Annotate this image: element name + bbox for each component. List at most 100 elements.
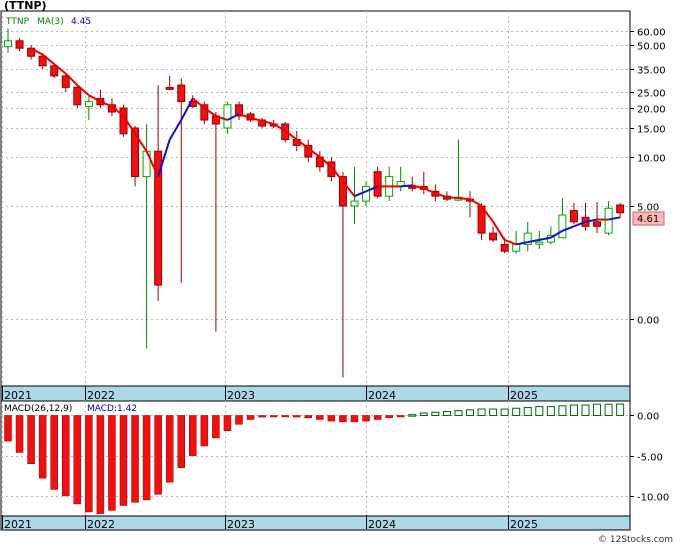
macd-bar: [108, 415, 116, 511]
macd-bar: [73, 415, 82, 505]
macd-panel: [0, 400, 631, 517]
macd-bar: [50, 415, 58, 490]
candle-body: [165, 86, 174, 90]
legend-symbol: TTNP: [5, 17, 30, 27]
year-label: 2025: [510, 518, 538, 531]
price-tick-label: 10.00: [637, 154, 666, 165]
price-tick-label: 35.00: [637, 66, 666, 77]
macd-bar: [581, 404, 590, 416]
year-label: 2021: [4, 389, 32, 402]
macd-bar: [500, 408, 509, 416]
macd-bar: [616, 403, 625, 416]
macd-bar: [246, 415, 255, 420]
macd-bar: [200, 415, 209, 447]
macd-bar: [27, 415, 35, 464]
candle-body: [500, 243, 509, 252]
macd-legend-value: MACD:1.42: [87, 404, 137, 414]
candle-body: [569, 210, 578, 223]
macd-bar: [604, 403, 613, 416]
macd-bar: [212, 415, 220, 439]
macd-bar: [373, 415, 382, 420]
macd-bar: [569, 404, 578, 416]
macd-bar: [408, 414, 417, 417]
macd-bar: [396, 415, 405, 418]
year-label: 2021: [4, 518, 32, 531]
macd-bar: [512, 407, 521, 416]
candle-body: [350, 200, 359, 207]
macd-bar: [558, 405, 567, 416]
candle-body: [61, 75, 70, 88]
macd-bar: [269, 415, 278, 418]
macd-bar: [466, 409, 474, 416]
macd-bar: [316, 415, 324, 420]
price-tick-label: 20.00: [637, 105, 666, 116]
macd-bar: [362, 415, 370, 422]
macd-bar: [593, 403, 602, 416]
macd-bar: [293, 415, 301, 418]
macd-bar: [62, 415, 70, 497]
watermark: © 12Stocks.com: [598, 535, 673, 545]
price-tick-label: 15.00: [637, 125, 666, 136]
price-badge: 4.61: [637, 214, 659, 225]
candle-body: [593, 221, 602, 227]
price-tick-label: 60.00: [637, 28, 666, 39]
candle-body: [4, 40, 12, 48]
macd-bar: [281, 415, 289, 418]
legend-ma-label: MA(3): [37, 17, 64, 27]
macd-bar: [235, 415, 243, 425]
macd-bar: [258, 415, 266, 418]
year-label: 2025: [510, 389, 538, 402]
price-tick-label: 25.00: [637, 89, 666, 100]
macd-tick-label: 0.00: [637, 412, 659, 423]
macd-bar: [154, 415, 162, 495]
candle-body: [223, 104, 232, 129]
macd-bar: [477, 408, 486, 416]
macd-bar: [223, 415, 232, 432]
year-label: 2023: [227, 389, 255, 402]
legend-ma-value: 4.45: [71, 17, 91, 27]
macd-bar: [85, 415, 93, 513]
macd-bar: [177, 415, 185, 468]
year-label: 2022: [87, 518, 115, 531]
macd-bar: [454, 410, 463, 416]
year-label: 2023: [227, 518, 255, 531]
candle-body: [15, 40, 24, 49]
ma-segment: [458, 197, 471, 201]
candle-body: [373, 171, 382, 197]
macd-bar: [431, 411, 440, 416]
macd-tick-label: -10.00: [637, 493, 669, 504]
macd-bar: [546, 406, 555, 416]
ma-segment: [446, 196, 459, 200]
macd-bar: [131, 415, 139, 503]
macd-bar: [442, 410, 451, 416]
year-label: 2024: [368, 518, 396, 531]
macd-bar: [142, 415, 151, 501]
macd-bar: [96, 415, 105, 514]
macd-bar: [119, 415, 128, 506]
macd-bar: [38, 415, 47, 479]
price-tick-label: 50.00: [637, 42, 666, 53]
macd-bar: [339, 415, 347, 423]
candle-body: [362, 185, 371, 202]
macd-bar: [489, 408, 498, 416]
chart-canvas: 60.0050.0035.0025.0020.0015.0010.005.000…: [0, 0, 673, 545]
chart-title: (TTNP): [4, 0, 47, 12]
macd-bar: [189, 415, 197, 456]
macd-bar: [385, 415, 393, 419]
candle-body: [558, 214, 567, 239]
candle-body: [84, 101, 93, 107]
macd-bar: [4, 415, 12, 442]
candle-body: [73, 86, 82, 106]
stock-chart-widget: 60.00 50.00 35.00 25.00 20.00 15.00 10.00 5.00 0…: [0, 0, 680, 546]
candle-body: [616, 204, 625, 214]
macd-bar: [327, 415, 336, 422]
macd-bar: [419, 412, 428, 416]
ma-segment: [400, 184, 413, 188]
candle-body: [535, 241, 544, 245]
price-panel: [0, 10, 631, 387]
year-label: 2024: [368, 389, 396, 402]
macd-bar: [535, 406, 544, 416]
macd-axis: 0.00 -5.00 -10.00: [630, 412, 669, 504]
candle-body: [177, 84, 186, 103]
candle-body: [512, 243, 521, 252]
